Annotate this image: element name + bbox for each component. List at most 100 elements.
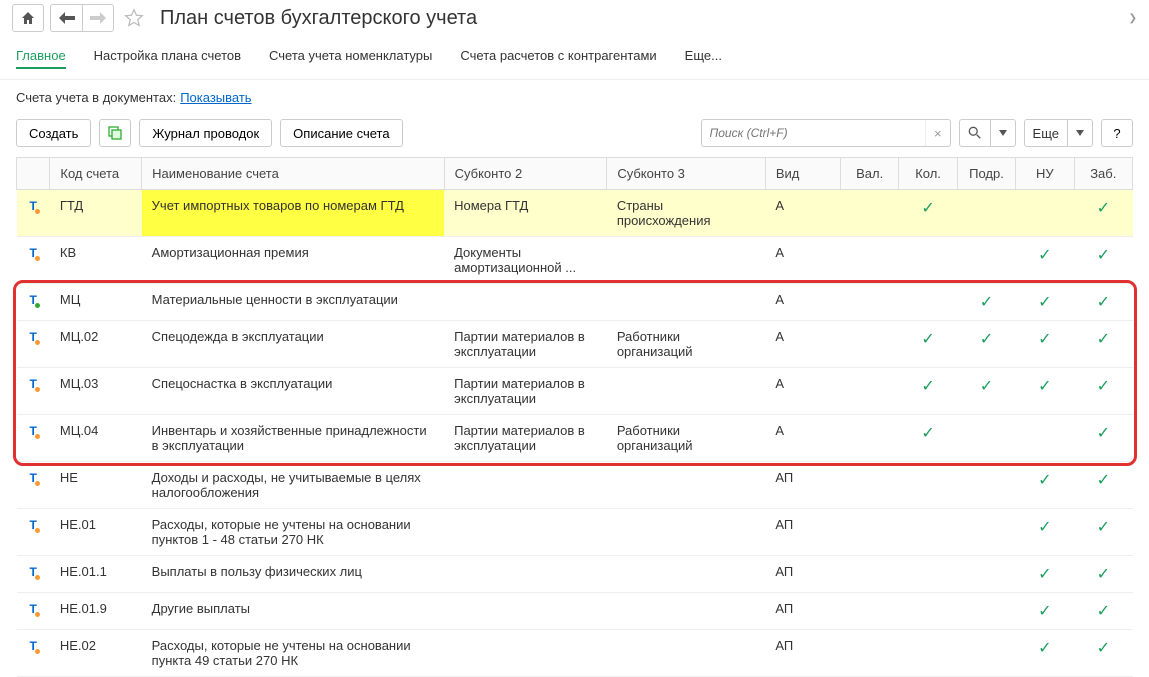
table-row[interactable]: ТНЕ.01.1Выплаты в пользу физических лицА… [17,556,1133,593]
cell-podr [957,462,1015,509]
documents-accounts-label: Счета учета в документах: [16,90,176,105]
cell-val [840,284,898,321]
tab-0[interactable]: Главное [16,44,66,69]
tab-4[interactable]: Еще... [685,44,722,69]
cell-val [840,190,898,237]
tab-3[interactable]: Счета расчетов с контрагентами [460,44,656,69]
tab-1[interactable]: Настройка плана счетов [94,44,241,69]
account-type-icon: Т [30,424,37,438]
cell-sub2: Партии материалов в эксплуатации [444,321,607,368]
cell-zab: ✓ [1074,593,1132,630]
account-type-icon: Т [30,518,37,532]
cell-vid: АП [765,509,840,556]
favorite-button[interactable] [120,4,148,32]
col-sub2[interactable]: Субконто 2 [444,158,607,190]
cell-zab: ✓ [1074,630,1132,677]
table-row[interactable]: ТМЦ.04Инвентарь и хозяйственные принадле… [17,415,1133,462]
cell-sub3: Работники организаций [607,415,766,462]
col-nu[interactable]: НУ [1016,158,1074,190]
home-button[interactable] [12,4,44,32]
back-button[interactable] [50,4,82,32]
journal-button[interactable]: Журнал проводок [139,119,272,147]
cell-zab: ✓ [1074,556,1132,593]
more-label: Еще [1025,120,1067,146]
search-box: × [701,119,951,147]
cell-vid: А [765,321,840,368]
col-vid[interactable]: Вид [765,158,840,190]
search-clear-button[interactable]: × [925,120,950,146]
cell-sub2: Партии материалов в эксплуатации [444,415,607,462]
cell-sub3: Работники организаций [607,321,766,368]
description-button[interactable]: Описание счета [280,119,402,147]
cell-sub2 [444,593,607,630]
col-val[interactable]: Вал. [840,158,898,190]
cell-kol [899,593,957,630]
cell-kol [899,630,957,677]
cell-podr [957,190,1015,237]
cell-podr [957,237,1015,284]
table-row[interactable]: ТКВАмортизационная премияДокументы аморт… [17,237,1133,284]
cell-vid: АП [765,593,840,630]
cell-val [840,462,898,509]
cell-code: КВ [50,237,142,284]
col-kol[interactable]: Кол. [899,158,957,190]
find-dropdown[interactable] [959,119,1016,147]
table-row[interactable]: ТМЦМатериальные ценности в эксплуатацииА… [17,284,1133,321]
table-row[interactable]: ТНЕДоходы и расходы, не учитываемые в це… [17,462,1133,509]
search-input[interactable] [702,126,925,140]
create-button[interactable]: Создать [16,119,91,147]
accounts-table: Код счета Наименование счета Субконто 2 … [16,157,1133,677]
cell-zab: ✓ [1074,415,1132,462]
account-type-icon: Т [30,377,37,391]
cell-kol [899,509,957,556]
table-row[interactable]: ТМЦ.03Спецоснастка в эксплуатацииПартии … [17,368,1133,415]
table-row[interactable]: ТМЦ.02Спецодежда в эксплуатацииПартии ма… [17,321,1133,368]
chevron-down-icon [1067,120,1092,146]
cell-sub3: Страны происхождения [607,190,766,237]
cell-kol [899,284,957,321]
cell-code: НЕ.02 [50,630,142,677]
cell-vid: АП [765,462,840,509]
cell-podr: ✓ [957,321,1015,368]
clone-button[interactable] [99,119,131,147]
show-link[interactable]: Показывать [180,90,251,105]
col-podr[interactable]: Подр. [957,158,1015,190]
cell-sub3 [607,593,766,630]
expand-icon[interactable]: ❯ [1129,13,1137,24]
col-name[interactable]: Наименование счета [142,158,444,190]
col-zab[interactable]: Заб. [1074,158,1132,190]
cell-podr [957,630,1015,677]
forward-button[interactable] [82,4,114,32]
cell-val [840,415,898,462]
cell-name: Материальные ценности в эксплуатации [142,284,444,321]
cell-nu [1016,190,1074,237]
cell-name: Учет импортных товаров по номерам ГТД [142,190,444,237]
cell-podr: ✓ [957,284,1015,321]
table-row[interactable]: ТНЕ.01.9Другие выплатыАП✓✓ [17,593,1133,630]
more-dropdown[interactable]: Еще [1024,119,1093,147]
cell-code: МЦ.04 [50,415,142,462]
table-row[interactable]: ТНЕ.02Расходы, которые не учтены на осно… [17,630,1133,677]
account-type-icon: Т [30,565,37,579]
cell-val [840,237,898,284]
help-button[interactable]: ? [1101,119,1133,147]
col-code[interactable]: Код счета [50,158,142,190]
cell-sub3 [607,556,766,593]
cell-nu: ✓ [1016,321,1074,368]
cell-podr [957,415,1015,462]
col-sub3[interactable]: Субконто 3 [607,158,766,190]
cell-sub2: Документы амортизационной ... [444,237,607,284]
cell-zab: ✓ [1074,368,1132,415]
cell-code: НЕ.01 [50,509,142,556]
table-row[interactable]: ТНЕ.01Расходы, которые не учтены на осно… [17,509,1133,556]
cell-sub3 [607,462,766,509]
cell-podr: ✓ [957,368,1015,415]
table-row[interactable]: ТГТДУчет импортных товаров по номерам ГТ… [17,190,1133,237]
account-type-icon: Т [30,199,37,213]
cell-podr [957,556,1015,593]
cell-vid: А [765,415,840,462]
cell-podr [957,509,1015,556]
tab-2[interactable]: Счета учета номенклатуры [269,44,432,69]
cell-code: НЕ [50,462,142,509]
cell-nu: ✓ [1016,630,1074,677]
